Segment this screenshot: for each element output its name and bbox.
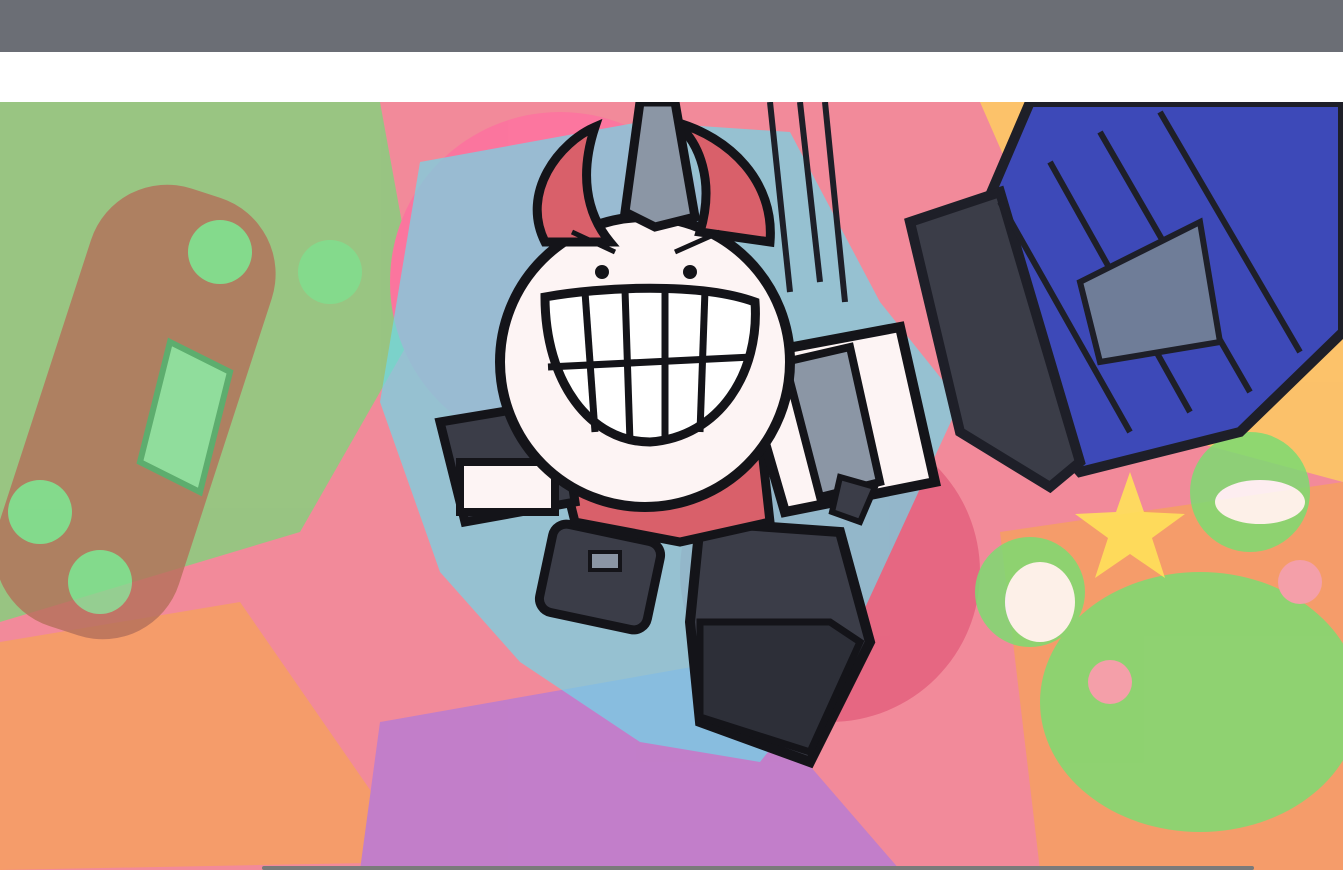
- banner-illustration: [0, 102, 1343, 870]
- window-titlebar: [0, 0, 1343, 52]
- hero-banner: [0, 102, 1343, 870]
- horizontal-scrollbar[interactable]: [262, 866, 1254, 870]
- header-spacer: [0, 52, 1343, 102]
